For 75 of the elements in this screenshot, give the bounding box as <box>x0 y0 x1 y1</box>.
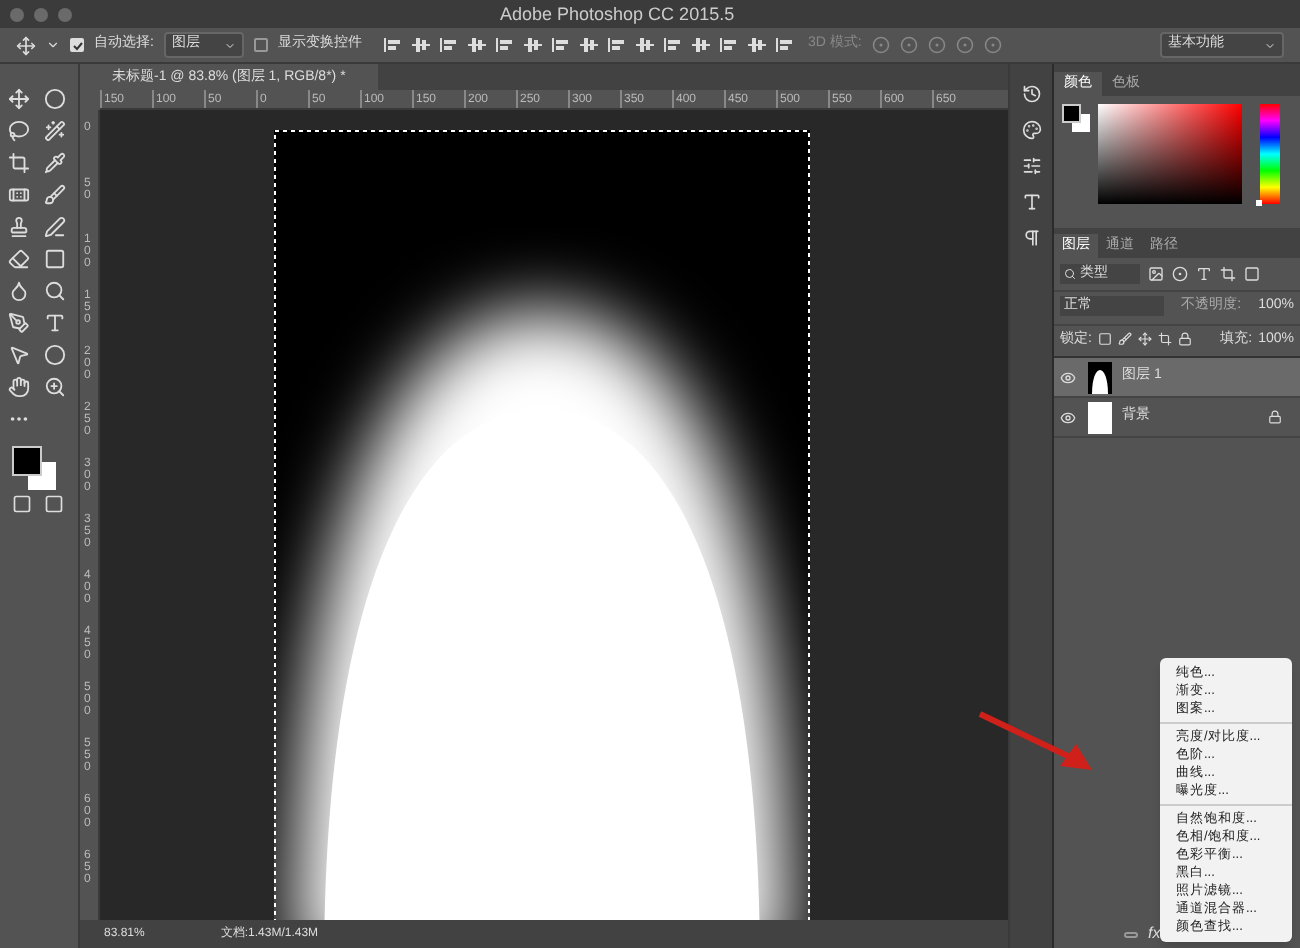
caret-icon <box>1264 39 1276 51</box>
hue-slider-thumb[interactable] <box>1256 200 1262 206</box>
background-swatch[interactable] <box>28 462 56 490</box>
history-icon[interactable] <box>1021 84 1041 104</box>
eye-icon[interactable] <box>1060 409 1076 425</box>
arrow-drawing <box>976 710 1096 774</box>
brush-icon[interactable] <box>43 184 65 206</box>
history-brush-icon[interactable] <box>43 216 65 238</box>
move-icon[interactable] <box>16 35 36 55</box>
smart-object-filter-icon[interactable] <box>1244 266 1260 282</box>
fx-button[interactable]: fx <box>1148 922 1161 946</box>
eraser-icon[interactable] <box>8 248 30 270</box>
align-icon[interactable] <box>411 36 430 54</box>
lock-artboard-icon[interactable] <box>1157 332 1172 347</box>
align-icon[interactable] <box>607 36 626 54</box>
crop-icon[interactable] <box>8 152 30 174</box>
align-icon[interactable] <box>747 36 766 54</box>
eye-icon[interactable] <box>1060 369 1076 385</box>
gradient-icon[interactable] <box>43 248 65 270</box>
align-icon[interactable] <box>551 36 570 54</box>
align-icon[interactable] <box>691 36 710 54</box>
foreground-swatch[interactable] <box>1062 104 1081 123</box>
color-field[interactable] <box>1098 104 1242 204</box>
image-filter-icon[interactable] <box>1148 266 1164 282</box>
quick-mask-icon[interactable] <box>12 494 32 514</box>
align-icon[interactable] <box>467 36 486 54</box>
magic-wand-icon[interactable] <box>43 120 65 142</box>
layer-thumbnail <box>1088 361 1112 393</box>
hand-icon[interactable] <box>8 376 30 398</box>
window-title: Adobe Photoshop CC 2015.5 <box>500 2 735 28</box>
align-icon[interactable] <box>383 36 402 54</box>
caret-icon <box>223 39 236 51</box>
checkbox[interactable] <box>253 38 268 52</box>
shape-icon[interactable] <box>43 344 65 366</box>
adjustment-filter-icon[interactable] <box>1172 266 1188 282</box>
foreground-swatch[interactable] <box>12 446 42 476</box>
align-icon[interactable] <box>719 36 738 54</box>
checkmark-icon <box>71 39 83 51</box>
background-swatch[interactable] <box>1072 114 1090 132</box>
lock-pixels-icon[interactable] <box>1097 332 1112 347</box>
layer-thumbnail <box>1088 401 1112 433</box>
checkbox[interactable] <box>70 38 84 52</box>
screen-mode-icon[interactable] <box>44 494 64 514</box>
ellipse-marquee-icon[interactable] <box>43 88 65 110</box>
align-icon[interactable] <box>439 36 458 54</box>
link-icon[interactable] <box>1124 931 1138 937</box>
sliders-icon[interactable] <box>1021 156 1041 176</box>
stamp-icon[interactable] <box>8 216 30 238</box>
align-icon[interactable] <box>523 36 542 54</box>
shape-filter-icon[interactable] <box>1220 266 1236 282</box>
align-icon[interactable] <box>579 36 598 54</box>
droplet-icon[interactable] <box>8 280 30 302</box>
type-icon[interactable] <box>43 312 65 334</box>
align-icon[interactable] <box>635 36 654 54</box>
dodge-icon[interactable] <box>43 280 65 302</box>
eyedropper-icon[interactable] <box>43 152 65 174</box>
lock-paint-icon[interactable] <box>1117 332 1132 347</box>
lasso-icon[interactable] <box>8 120 30 142</box>
search-icon <box>1064 268 1076 280</box>
type-icon[interactable] <box>1021 192 1041 212</box>
type-filter-icon[interactable] <box>1196 266 1212 282</box>
palette-icon[interactable] <box>1021 120 1041 140</box>
align-icon[interactable] <box>495 36 514 54</box>
hue-slider[interactable] <box>1260 104 1280 204</box>
align-icon[interactable] <box>663 36 682 54</box>
pointer-icon[interactable] <box>8 344 30 366</box>
caret-icon[interactable] <box>46 38 60 52</box>
align-icon[interactable] <box>775 36 794 54</box>
zoom-icon[interactable] <box>43 376 65 398</box>
move-icon[interactable] <box>8 88 30 110</box>
bandage-icon[interactable] <box>8 184 30 206</box>
lock-icon[interactable] <box>1177 332 1192 347</box>
pilcrow-icon[interactable] <box>1021 228 1041 248</box>
lock-position-icon[interactable] <box>1137 332 1152 347</box>
pen-icon[interactable] <box>8 312 30 334</box>
